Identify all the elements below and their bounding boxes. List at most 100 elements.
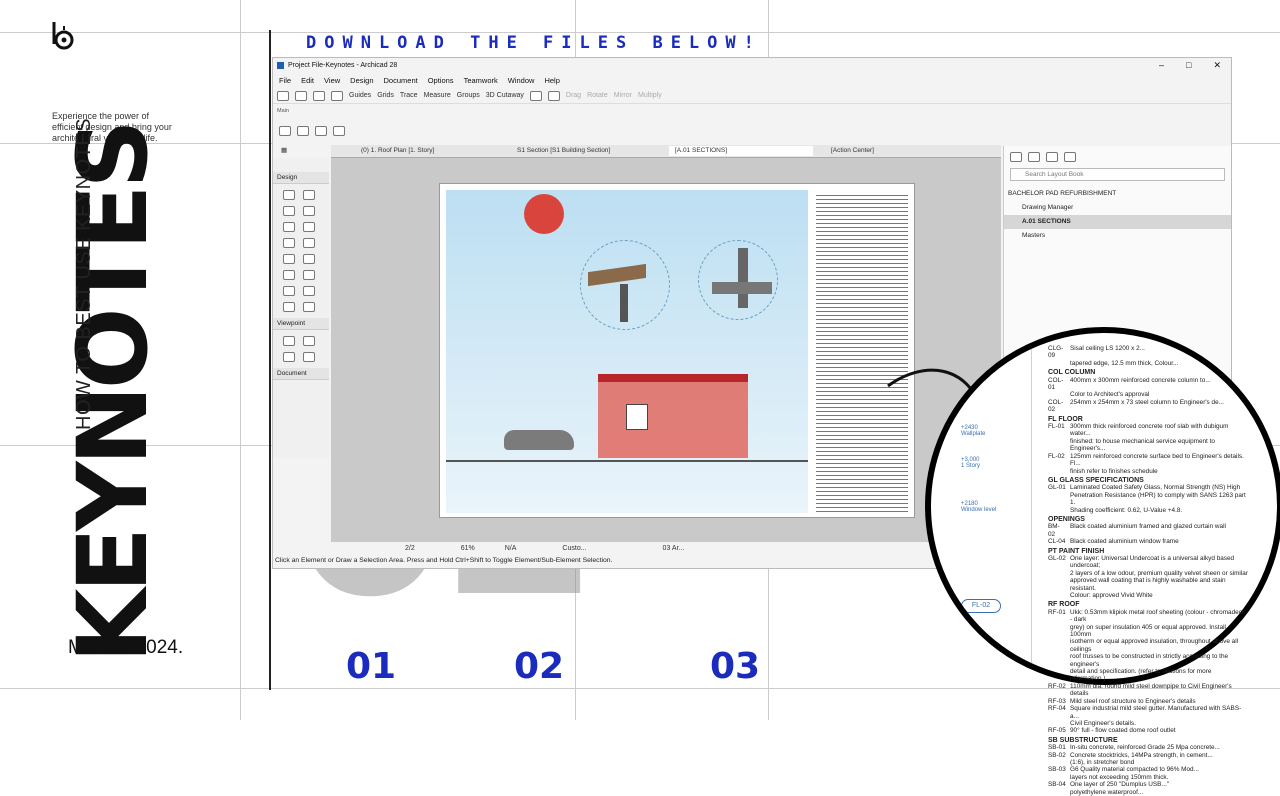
measure-button[interactable]: Measure [424,92,451,99]
stair-tool-icon[interactable] [283,270,295,280]
rotate-button[interactable]: Rotate [587,92,608,99]
mesh-tool-icon[interactable] [303,302,315,312]
menu-help[interactable]: Help [544,76,559,85]
keynote-legend: CLG-09 Sisal ceiling LS 1200 x 2... taper… [1048,345,1248,796]
menu-document[interactable]: Document [384,76,418,85]
snap-icon[interactable] [529,90,542,101]
slab-tool-icon[interactable] [303,190,315,200]
beam-tool-icon[interactable] [303,206,315,216]
page-subtitle: HOW TO BEST USE KEYNOTES [73,117,95,430]
maximize-icon[interactable]: □ [1186,60,1191,71]
layout-field[interactable]: 03 Ar... [663,545,685,552]
level-label: +2430 Wallplate [961,425,986,437]
column-tool-icon[interactable] [283,206,295,216]
roof-tool-icon[interactable] [283,254,295,264]
zoom-level[interactable]: 61% [461,545,475,552]
cutaway-button[interactable]: 3D Cutaway [486,92,524,99]
brand-logo [50,20,80,52]
title-bar: Project File-Keynotes - Archicad 28 – □ ✕ [273,58,1231,73]
level-label: +2180 Window level [961,501,997,513]
section-tool-icon[interactable] [283,336,295,346]
nav-item-a01-sections[interactable]: A.01 SECTIONS [1004,215,1231,229]
publisher-icon[interactable] [1064,152,1076,162]
multiply-button[interactable]: Multiply [638,92,662,99]
cursor-icon[interactable] [333,126,345,136]
open-icon[interactable] [277,90,289,101]
step-01[interactable]: 01 [346,646,396,687]
worksheet-tool-icon[interactable] [303,352,315,362]
layout-book-icon[interactable] [1046,152,1058,162]
car-graphic [504,430,574,450]
undo-icon[interactable] [295,90,307,101]
divider [269,30,271,690]
nav-item-project[interactable]: BACHELOR PAD REFURBISHMENT [1004,187,1231,201]
railing-tool-icon[interactable] [303,270,315,280]
step-03[interactable]: 03 [710,646,760,687]
menu-file[interactable]: File [279,76,291,85]
tab-roof-plan[interactable]: (0) 1. Roof Plan [1. Story] [355,146,434,156]
lamp-tool-icon[interactable] [303,238,315,248]
info-box-label: Main [277,108,289,114]
slab-detail [712,282,772,294]
wall-tool-icon[interactable] [283,190,295,200]
pick-icon[interactable] [331,90,343,101]
page-indicator[interactable]: 2/2 [405,545,415,552]
groups-button[interactable]: Groups [457,92,480,99]
menu-options[interactable]: Options [428,76,454,85]
rotate-view-icon[interactable] [315,126,327,136]
window-title: Project File-Keynotes - Archicad 28 [288,62,398,69]
toolbox-document-header[interactable]: Document [273,368,329,380]
title-block [816,192,908,512]
view-map-icon[interactable] [1028,152,1040,162]
guide-line [240,0,241,720]
mirror-button[interactable]: Mirror [614,92,632,99]
download-banner[interactable]: DOWNLOAD THE FILES BELOW! [306,33,762,53]
project-map-icon[interactable] [1010,152,1022,162]
layout-sheet[interactable] [439,183,915,518]
zone-tool-icon[interactable] [283,302,295,312]
morph-tool-icon[interactable] [303,286,315,296]
redo-icon[interactable] [313,90,325,101]
sky-backdrop [446,190,808,513]
viewpoint-tools [273,330,329,368]
building-section [598,378,748,458]
toolbox-design-header[interactable]: Design [273,172,329,184]
minimize-icon[interactable]: – [1159,60,1164,71]
detail-tool-icon[interactable] [283,352,295,362]
curtain-wall-icon[interactable] [283,286,295,296]
elevation-tool-icon[interactable] [303,336,315,346]
section-roof [598,374,748,382]
menu-view[interactable]: View [324,76,340,85]
arrow-tool-icon[interactable] [279,126,291,136]
menu-design[interactable]: Design [350,76,373,85]
door-tool-icon[interactable] [283,222,295,232]
shell-tool-icon[interactable] [303,254,315,264]
na-field[interactable]: N/A [505,545,517,552]
close-icon[interactable]: ✕ [1213,60,1221,71]
object-tool-icon[interactable] [283,238,295,248]
window-tool-icon[interactable] [303,222,315,232]
tab-action-center[interactable]: [Action Center] [825,146,874,156]
search-input[interactable]: Search Layout Book [1010,168,1225,181]
status-hint: Click an Element or Draw a Selection Are… [275,557,613,564]
info-box [275,122,349,140]
custom-field[interactable]: Custo... [562,545,586,552]
grids-button[interactable]: Grids [377,92,394,99]
beam-detail [620,284,628,322]
menu-teamwork[interactable]: Teamwork [464,76,498,85]
menu-window[interactable]: Window [508,76,535,85]
marquee-icon[interactable] [297,126,309,136]
trace-button[interactable]: Trace [400,92,418,99]
tab-layout[interactable]: [A.01 SECTIONS] [669,146,813,156]
nav-item-drawing-manager[interactable]: Drawing Manager [1004,201,1231,215]
credit: MSBIM 2024. [68,637,184,658]
nav-item-masters[interactable]: Masters [1004,229,1231,243]
menu-edit[interactable]: Edit [301,76,314,85]
toolbox-viewpoint-header[interactable]: Viewpoint [273,318,329,330]
grab-icon[interactable] [547,90,560,101]
tab-section[interactable]: S1 Section [S1 Building Section] [511,146,610,156]
guides-button[interactable]: Guides [349,92,371,99]
step-02[interactable]: 02 [514,646,564,687]
app-icon [277,62,284,69]
drag-button[interactable]: Drag [566,92,581,99]
